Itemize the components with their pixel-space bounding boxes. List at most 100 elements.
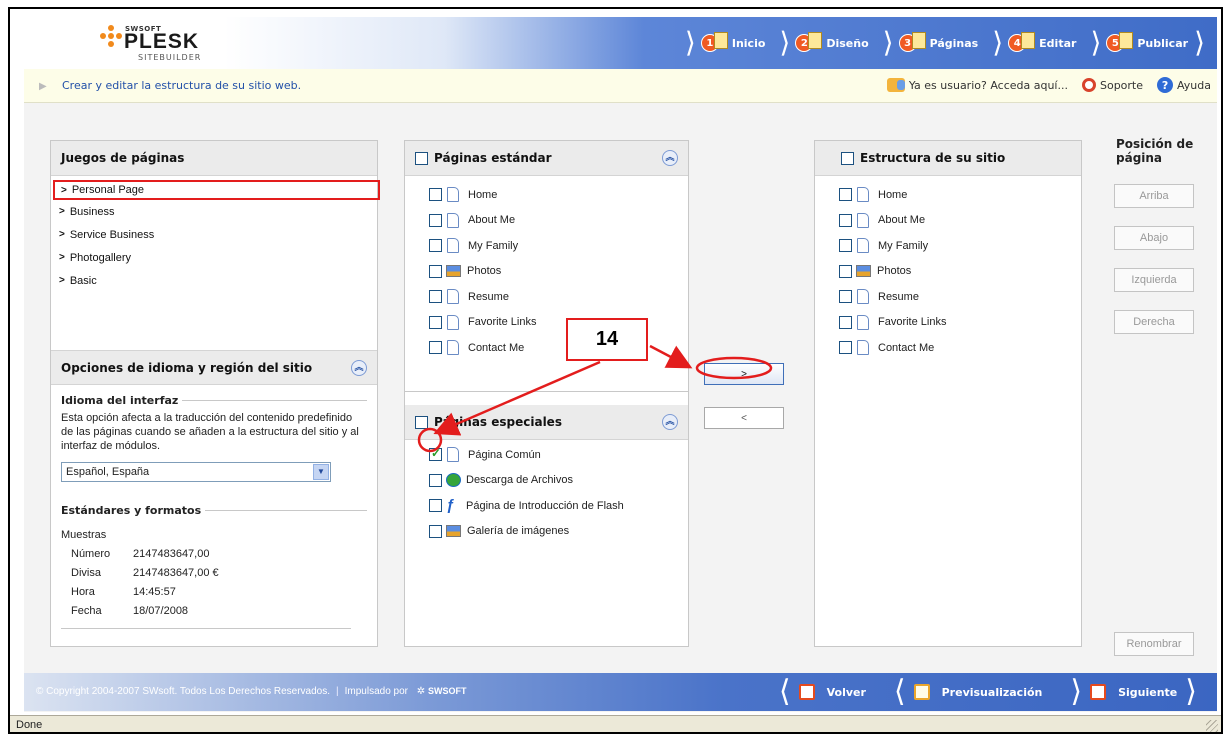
list-item[interactable]: Galería de imágenes xyxy=(429,519,688,545)
page-checkbox[interactable] xyxy=(839,239,852,253)
help-link[interactable]: ? Ayuda xyxy=(1157,77,1211,93)
back-button[interactable]: ⟨ Volver xyxy=(761,676,876,708)
support-link[interactable]: Soporte xyxy=(1081,78,1143,92)
language-options: Idioma del interfaz Esta opción afecta a… xyxy=(51,394,377,629)
page-icon xyxy=(808,31,823,49)
step-paginas[interactable]: ⟩ 3 Páginas xyxy=(877,27,985,59)
page-checkbox[interactable] xyxy=(839,290,852,304)
page-checkbox[interactable] xyxy=(839,341,852,355)
select-all-standard-checkbox[interactable] xyxy=(415,151,428,165)
list-item[interactable]: Photos xyxy=(839,259,1081,285)
page-checkbox[interactable] xyxy=(429,239,442,253)
page-checkbox[interactable] xyxy=(839,315,852,329)
divider xyxy=(61,628,351,629)
move-down-button[interactable]: Abajo xyxy=(1114,226,1194,250)
page-checkbox[interactable] xyxy=(429,264,442,278)
list-item[interactable]: My Family xyxy=(839,233,1081,259)
footer-bar: © Copyright 2004-2007 SWsoft. Todos Los … xyxy=(24,673,1217,711)
page-label: Descarga de Archivos xyxy=(466,474,573,487)
standard-pages-title: Páginas estándar xyxy=(434,151,552,165)
list-item[interactable]: Photos xyxy=(429,259,688,285)
sample-value: 2147483647,00 € xyxy=(133,566,219,579)
list-item[interactable]: About Me xyxy=(839,208,1081,234)
page-label: Contact Me xyxy=(468,341,525,354)
add-page-button[interactable]: > xyxy=(704,363,784,385)
chevron-right-icon: > xyxy=(59,275,65,286)
language-title: Opciones de idioma y región del sitio xyxy=(61,360,313,375)
collapse-icon[interactable]: ︽ xyxy=(662,150,678,166)
list-item[interactable]: Resume xyxy=(429,284,688,310)
list-item[interactable]: My Family xyxy=(429,233,688,259)
special-pages-header: Páginas especiales ︽ xyxy=(405,405,688,440)
list-item[interactable]: Resume xyxy=(839,284,1081,310)
help-icon: ? xyxy=(1157,77,1174,93)
page-icon xyxy=(447,447,459,463)
page-set-business[interactable]: > Business xyxy=(53,200,375,223)
remove-page-button[interactable]: < xyxy=(704,407,784,429)
collapse-icon[interactable]: ︽ xyxy=(351,360,367,376)
page-checkbox-checked[interactable]: ✓ xyxy=(429,446,442,462)
move-up-button[interactable]: Arriba xyxy=(1114,184,1194,208)
chevron-right-icon: > xyxy=(59,206,65,217)
page-icon xyxy=(447,212,459,228)
select-all-structure-checkbox[interactable] xyxy=(841,151,854,165)
language-select-value: Español, España xyxy=(66,466,150,478)
step-label: Editar xyxy=(1039,36,1077,50)
list-item[interactable]: Descarga de Archivos xyxy=(429,468,688,494)
list-item[interactable]: Home xyxy=(429,182,688,208)
list-item[interactable]: About Me xyxy=(429,208,688,234)
page-checkbox[interactable] xyxy=(429,473,442,487)
page-checkbox[interactable] xyxy=(839,213,852,227)
language-header: Opciones de idioma y región del sitio ︽ xyxy=(51,350,377,385)
page-icon xyxy=(857,238,869,254)
step-editar[interactable]: ⟩ 4 Editar xyxy=(986,27,1082,59)
page-checkbox[interactable] xyxy=(429,213,442,227)
wizard-steps: ⟩ 1 Inicio ⟩ 2 Diseño ⟩ 3 Páginas ⟩ 4 Ed… xyxy=(679,27,1211,59)
rename-button[interactable]: Renombrar xyxy=(1114,632,1194,656)
list-item[interactable]: ƒ Página de Introducción de Flash xyxy=(429,493,688,519)
step-diseno[interactable]: ⟩ 2 Diseño xyxy=(773,27,874,59)
page-checkbox[interactable] xyxy=(429,315,442,329)
page-checkbox[interactable] xyxy=(429,524,442,538)
language-select[interactable]: Español, España ▼ xyxy=(61,462,331,482)
sample-row: Número 2147483647,00 xyxy=(61,544,367,563)
collapse-icon[interactable]: ︽ xyxy=(662,414,678,430)
standard-pages-header: Páginas estándar ︽ xyxy=(405,141,688,176)
sitebuilder-app: SWSOFT PLESK SITEBUILDER ⟩ 1 Inicio ⟩ 2 … xyxy=(24,17,1217,712)
page-checkbox[interactable] xyxy=(839,188,852,202)
page-label: Home xyxy=(468,188,498,201)
page-checkbox[interactable] xyxy=(429,499,442,513)
list-item[interactable]: Favorite Links xyxy=(429,310,688,336)
list-item[interactable]: ✓ Página Común xyxy=(429,442,688,468)
move-left-button[interactable]: Izquierda xyxy=(1114,268,1194,292)
chevron-right-icon: ⟩ xyxy=(882,26,894,59)
chevron-right-icon: ⟩ xyxy=(992,26,1004,59)
powered-brand: SWSOFT xyxy=(427,686,467,696)
resize-grip-icon[interactable] xyxy=(1206,720,1218,732)
login-link[interactable]: Ya es usuario? Acceda aquí... xyxy=(886,78,1068,92)
sample-value: 18/07/2008 xyxy=(133,604,189,617)
page-checkbox[interactable] xyxy=(429,188,442,202)
preview-button[interactable]: ⟨ Previsualización xyxy=(876,676,1052,708)
list-item[interactable]: Contact Me xyxy=(839,335,1081,361)
page-set-photogallery[interactable]: > Photogallery xyxy=(53,246,375,269)
select-all-special-checkbox[interactable] xyxy=(415,415,428,429)
page-checkbox[interactable] xyxy=(429,290,442,304)
step-publicar[interactable]: ⟩ 5 Publicar ⟩ xyxy=(1084,27,1211,59)
next-button[interactable]: ⟩ Siguiente ⟩ xyxy=(1052,676,1215,708)
page-checkbox[interactable] xyxy=(429,341,442,355)
list-item[interactable]: Contact Me xyxy=(429,335,688,361)
chevron-down-icon[interactable]: ▼ xyxy=(313,464,329,480)
page-set-personal-page[interactable]: > Personal Page xyxy=(53,180,380,200)
page-checkbox[interactable] xyxy=(839,264,852,278)
list-item[interactable]: Favorite Links xyxy=(839,310,1081,336)
status-bar: Done xyxy=(10,715,1221,732)
formats-title: Estándares y formatos xyxy=(61,504,202,517)
list-item[interactable]: Home xyxy=(839,182,1081,208)
move-right-button[interactable]: Derecha xyxy=(1114,310,1194,334)
step-inicio[interactable]: ⟩ 1 Inicio xyxy=(679,27,771,59)
chevron-right-icon: > xyxy=(61,184,67,196)
page-set-basic[interactable]: > Basic xyxy=(53,269,375,292)
step-label: Publicar xyxy=(1137,36,1189,50)
page-set-service-business[interactable]: > Service Business xyxy=(53,223,375,246)
